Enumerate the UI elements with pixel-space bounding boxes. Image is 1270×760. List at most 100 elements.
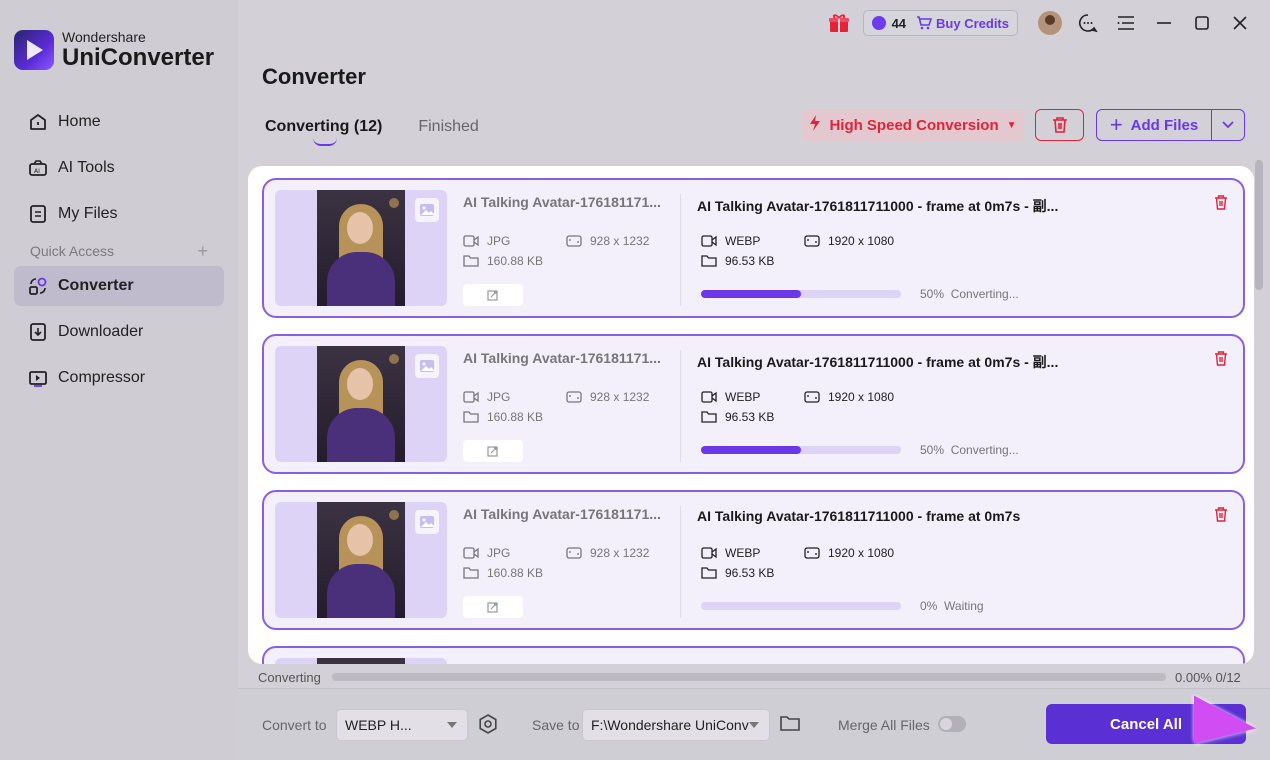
add-files-dropdown[interactable] bbox=[1212, 110, 1244, 140]
output-format: WEBP bbox=[725, 390, 761, 404]
credits-count: 44 bbox=[891, 15, 907, 31]
file-progress-fill bbox=[701, 446, 801, 454]
source-format-meta: JPG bbox=[463, 390, 510, 404]
file-list: AI Talking Avatar-176181171... JPG 928 x… bbox=[248, 166, 1254, 664]
list-scrollbar[interactable] bbox=[1255, 160, 1263, 290]
sidebar-item-home[interactable]: Home bbox=[14, 102, 224, 142]
resolution-icon bbox=[804, 546, 820, 560]
output-resolution: 1920 x 1080 bbox=[828, 546, 895, 560]
quick-access-label: Quick Access bbox=[30, 243, 115, 259]
video-format-icon bbox=[701, 234, 717, 248]
uniconverter-logo-icon bbox=[14, 30, 54, 70]
high-speed-conversion-button[interactable]: High Speed Conversion ▼ bbox=[802, 109, 1024, 141]
sidebar-item-label: My Files bbox=[58, 205, 118, 222]
output-file-name: AI Talking Avatar-1761811711000 - frame … bbox=[697, 508, 1021, 524]
file-card[interactable]: AI Talking Avatar-176181171... JPG 928 x… bbox=[262, 490, 1245, 630]
overall-progress-label: Converting bbox=[258, 670, 321, 685]
cart-icon bbox=[917, 16, 933, 30]
edit-button[interactable] bbox=[463, 596, 523, 618]
trash-icon bbox=[1052, 117, 1067, 133]
gift-icon[interactable] bbox=[827, 11, 851, 35]
sidebar-item-downloader[interactable]: Downloader bbox=[14, 312, 224, 352]
progress-state: Converting... bbox=[950, 287, 1019, 301]
source-format-meta: JPG bbox=[463, 546, 510, 560]
menu-icon[interactable] bbox=[1114, 11, 1138, 35]
output-format: WEBP bbox=[725, 546, 761, 560]
quick-access-header: Quick Access + bbox=[14, 240, 224, 262]
minimize-icon[interactable] bbox=[1152, 11, 1176, 35]
source-resolution-meta: 928 x 1232 bbox=[566, 390, 649, 404]
chevron-down-icon bbox=[1222, 121, 1234, 129]
sidebar-item-my-files[interactable]: My Files bbox=[14, 194, 224, 234]
tab-finished[interactable]: Finished bbox=[418, 118, 478, 136]
progress-percent: 0% bbox=[920, 599, 938, 613]
merge-all-files-toggle[interactable] bbox=[938, 716, 966, 732]
downloader-icon bbox=[28, 322, 48, 342]
output-resolution-meta: 1920 x 1080 bbox=[804, 390, 894, 404]
plus-icon: + bbox=[1109, 112, 1123, 137]
source-resolution: 928 x 1232 bbox=[590, 234, 650, 248]
folder-icon[interactable] bbox=[780, 714, 800, 737]
folder-size-icon bbox=[701, 254, 717, 268]
output-resolution: 1920 x 1080 bbox=[828, 390, 895, 404]
resolution-icon bbox=[804, 234, 820, 248]
dropdown-arrow-icon bbox=[749, 722, 759, 728]
source-size: 160.88 KB bbox=[487, 254, 544, 268]
output-resolution-meta: 1920 x 1080 bbox=[804, 234, 894, 248]
file-thumbnail bbox=[317, 346, 405, 462]
user-avatar[interactable] bbox=[1038, 11, 1062, 35]
file-thumbnail-area[interactable] bbox=[275, 502, 447, 618]
file-progress-status: 50% Converting... bbox=[920, 287, 1019, 301]
close-icon[interactable] bbox=[1228, 11, 1252, 35]
save-to-value: F:\Wondershare UniConv bbox=[591, 717, 749, 733]
file-thumbnail-area bbox=[275, 658, 447, 664]
sidebar: Wondershare UniConverter Home AI AI Tool… bbox=[0, 0, 238, 760]
convert-to-select[interactable]: WEBP H... bbox=[336, 709, 468, 741]
delete-file-icon[interactable] bbox=[1213, 350, 1229, 366]
delete-file-icon[interactable] bbox=[1213, 194, 1229, 210]
file-progress-status: 50% Converting... bbox=[920, 443, 1019, 457]
sidebar-item-ai-tools[interactable]: AI AI Tools bbox=[14, 148, 224, 188]
sidebar-item-converter[interactable]: Converter bbox=[14, 266, 224, 306]
settings-icon[interactable] bbox=[478, 714, 498, 739]
app-window: Wondershare UniConverter Home AI AI Tool… bbox=[0, 0, 1270, 760]
delete-all-button[interactable] bbox=[1035, 109, 1084, 141]
output-size: 96.53 KB bbox=[725, 410, 775, 424]
source-file-name: AI Talking Avatar-176181171... bbox=[463, 506, 661, 522]
add-files-button[interactable]: + Add Files bbox=[1097, 110, 1212, 140]
file-card-partial[interactable] bbox=[262, 646, 1245, 664]
video-format-icon bbox=[701, 390, 717, 404]
resolution-icon bbox=[566, 390, 582, 404]
crop-edit-icon bbox=[487, 602, 498, 613]
merge-all-files-label: Merge All Files bbox=[838, 717, 930, 733]
edit-button[interactable] bbox=[463, 284, 523, 306]
edit-button[interactable] bbox=[463, 440, 523, 462]
video-format-icon bbox=[463, 234, 479, 248]
buy-credits-button[interactable]: Buy Credits bbox=[916, 16, 1009, 31]
maximize-icon[interactable] bbox=[1190, 11, 1214, 35]
feedback-icon[interactable] bbox=[1076, 11, 1100, 35]
source-size: 160.88 KB bbox=[487, 566, 544, 580]
source-resolution-meta: 928 x 1232 bbox=[566, 234, 649, 248]
sidebar-item-label: Home bbox=[58, 113, 101, 130]
source-resolution-meta: 928 x 1232 bbox=[566, 546, 649, 560]
save-to-select[interactable]: F:\Wondershare UniConv bbox=[582, 709, 770, 741]
delete-file-icon[interactable] bbox=[1213, 506, 1229, 522]
file-thumbnail-area[interactable] bbox=[275, 190, 447, 306]
output-file-name: AI Talking Avatar-1761811711000 - frame … bbox=[697, 354, 1059, 370]
file-card[interactable]: AI Talking Avatar-176181171... JPG 928 x… bbox=[262, 334, 1245, 474]
sidebar-item-compressor[interactable]: Compressor bbox=[14, 358, 224, 398]
resolution-icon bbox=[566, 546, 582, 560]
file-card[interactable]: AI Talking Avatar-176181171... JPG 928 x… bbox=[262, 178, 1245, 318]
ai-tools-icon: AI bbox=[28, 158, 48, 178]
source-resolution: 928 x 1232 bbox=[590, 546, 650, 560]
file-thumbnail-area[interactable] bbox=[275, 346, 447, 462]
tab-converting[interactable]: Converting (12) bbox=[265, 118, 382, 146]
progress-state: Waiting bbox=[944, 599, 984, 613]
output-size-meta: 96.53 KB bbox=[701, 410, 774, 424]
convert-to-label: Convert to bbox=[262, 717, 327, 733]
app-logo: Wondershare UniConverter bbox=[14, 30, 214, 70]
compressor-icon bbox=[28, 368, 48, 388]
credits-badge[interactable]: 44 Buy Credits bbox=[862, 10, 1018, 36]
quick-access-add-icon[interactable]: + bbox=[197, 241, 208, 262]
